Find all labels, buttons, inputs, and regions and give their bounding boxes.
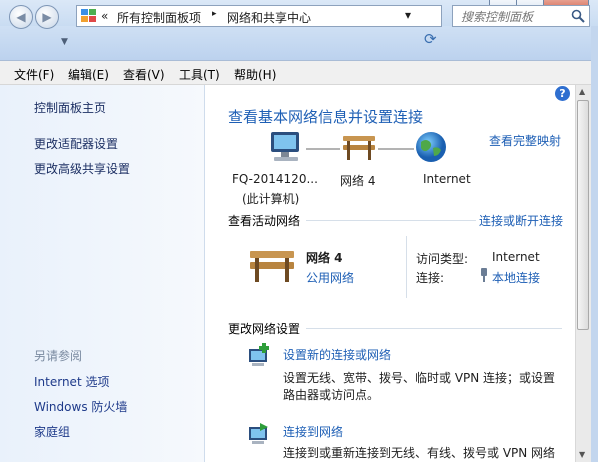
connect-to-network-link[interactable]: 连接到网络 — [283, 423, 343, 440]
map-connector-1 — [306, 148, 340, 150]
connect-to-network-icon — [249, 423, 268, 444]
new-connection-icon — [249, 343, 269, 366]
computer-name-label: FQ-2014120... — [232, 172, 318, 186]
access-type-label: 访问类型: — [416, 252, 469, 266]
change-settings-heading: 更改网络设置 — [228, 322, 301, 336]
sidebar-link-windows-firewall[interactable]: Windows 防火墙 — [34, 398, 127, 415]
map-network-label: 网络 4 — [340, 174, 376, 188]
history-dropdown-icon[interactable]: ▼ — [61, 37, 68, 47]
breadcrumb-network-center[interactable]: 网络和共享中心 — [227, 9, 311, 26]
address-bar[interactable]: « 所有控制面板项 ▸ 网络和共享中心 ▾ — [76, 5, 442, 27]
active-network-bench-icon — [250, 251, 294, 282]
connections-label: 连接: — [416, 271, 445, 285]
setup-new-connection-desc-1: 设置无线、宽带、拨号、临时或 VPN 连接；或设置 — [283, 371, 556, 385]
scrollbar-thumb[interactable] — [577, 100, 589, 330]
navigation-bar — [0, 26, 598, 61]
back-button[interactable]: ◀ — [9, 5, 33, 29]
ethernet-icon — [481, 268, 487, 282]
search-icon[interactable] — [571, 9, 585, 23]
refresh-icon[interactable]: ⟳ — [424, 30, 437, 48]
section-divider — [306, 220, 476, 221]
view-full-map-link[interactable]: 查看完整映射 — [489, 132, 561, 149]
bench-icon — [343, 136, 375, 160]
sidebar-link-homegroup[interactable]: 家庭组 — [34, 423, 70, 440]
address-dropdown-icon[interactable]: ▾ — [405, 8, 411, 22]
map-connector-2 — [378, 148, 414, 150]
back-arrow-icon: ◀ — [16, 10, 26, 24]
globe-icon — [416, 132, 446, 162]
local-connection-link[interactable]: 本地连接 — [492, 269, 540, 286]
see-also-heading: 另请参阅 — [34, 349, 83, 363]
page-title: 查看基本网络信息并设置连接 — [228, 108, 424, 126]
sidebar-link-advanced-sharing[interactable]: 更改高级共享设置 — [34, 160, 130, 177]
setup-new-connection-desc-2: 路由器或访问点。 — [283, 388, 380, 402]
connect-disconnect-link[interactable]: 连接或断开连接 — [479, 212, 563, 229]
network-divider — [406, 236, 407, 298]
active-network-name: 网络 4 — [306, 251, 343, 265]
active-networks-heading: 查看活动网络 — [228, 214, 301, 228]
computer-sub-label: (此计算机) — [242, 192, 300, 206]
access-type-value: Internet — [492, 250, 540, 264]
breadcrumb-separator-icon[interactable]: ▸ — [212, 9, 217, 19]
breadcrumb-all-items[interactable]: 所有控制面板项 — [117, 9, 201, 26]
sidebar-link-control-panel-home[interactable]: 控制面板主页 — [34, 99, 106, 116]
menu-edit[interactable]: 编辑(E) — [68, 66, 109, 83]
menu-file[interactable]: 文件(F) — [14, 66, 54, 83]
computer-icon — [271, 132, 299, 161]
help-icon[interactable]: ? — [555, 86, 570, 101]
sidebar-link-internet-options[interactable]: Internet 选项 — [34, 373, 109, 390]
address-overflow-chevron[interactable]: « — [101, 9, 108, 23]
search-input[interactable] — [459, 8, 571, 26]
connect-to-network-desc: 连接到或重新连接到无线、有线、拨号或 VPN 网络 — [283, 446, 556, 460]
window-frame-edge — [591, 26, 598, 462]
section-divider — [306, 328, 562, 329]
control-panel-icon — [81, 9, 96, 22]
scroll-up-icon[interactable]: ▲ — [579, 87, 585, 96]
search-box[interactable] — [452, 5, 590, 27]
forward-arrow-icon: ▶ — [42, 10, 52, 24]
setup-new-connection-link[interactable]: 设置新的连接或网络 — [283, 346, 391, 363]
sidebar-link-adapter-settings[interactable]: 更改适配器设置 — [34, 135, 118, 152]
menu-help[interactable]: 帮助(H) — [234, 66, 276, 83]
menu-tools[interactable]: 工具(T) — [179, 66, 220, 83]
forward-button[interactable]: ▶ — [35, 5, 59, 29]
menu-view[interactable]: 查看(V) — [123, 66, 165, 83]
network-type-link[interactable]: 公用网络 — [306, 269, 354, 286]
map-internet-label: Internet — [423, 172, 471, 186]
scroll-down-icon[interactable]: ▼ — [579, 450, 585, 459]
